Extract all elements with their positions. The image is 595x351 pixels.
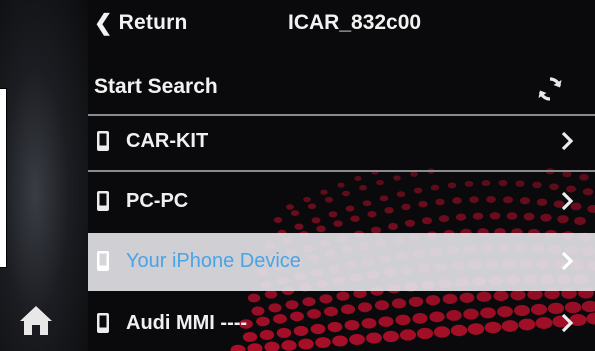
bluetooth-screen: ❮ Return ICAR_832c00 Start Search CAR-KI…: [88, 0, 595, 351]
photo-frame: ❮ Return ICAR_832c00 Start Search CAR-KI…: [0, 0, 595, 351]
bezel-edge: [0, 88, 7, 268]
home-icon[interactable]: [18, 303, 54, 337]
device-name-title: ICAR_832c00: [288, 11, 422, 34]
phone-icon: [97, 191, 109, 211]
refresh-icon[interactable]: [537, 76, 563, 102]
device-row-car-kit[interactable]: CAR-KIT: [88, 113, 595, 171]
chevron-left-icon: ❮: [94, 10, 113, 35]
device-label: CAR-KIT: [126, 130, 209, 152]
chevron-right-icon: [561, 131, 574, 151]
start-search-row[interactable]: Start Search: [88, 64, 595, 112]
device-label: Audi MMI ----: [126, 312, 248, 334]
return-button[interactable]: ❮ Return: [94, 8, 188, 38]
divider: [88, 170, 595, 172]
phone-icon: [97, 251, 109, 271]
return-label: Return: [118, 11, 188, 34]
chevron-right-icon: [561, 313, 574, 333]
device-row-audi-mmi[interactable]: Audi MMI ----: [88, 295, 595, 351]
phone-icon: [97, 313, 109, 333]
device-row-pc-pc[interactable]: PC-PC: [88, 173, 595, 231]
device-row-your-iphone[interactable]: Your iPhone Device: [88, 233, 595, 291]
device-label: PC-PC: [126, 190, 189, 212]
start-search-label: Start Search: [94, 75, 218, 98]
chevron-right-icon: [561, 191, 574, 211]
device-label: Your iPhone Device: [126, 250, 301, 272]
header-bar: ❮ Return ICAR_832c00: [88, 0, 595, 50]
phone-icon: [97, 131, 109, 151]
side-panel: [0, 0, 88, 351]
chevron-right-icon: [561, 251, 574, 271]
